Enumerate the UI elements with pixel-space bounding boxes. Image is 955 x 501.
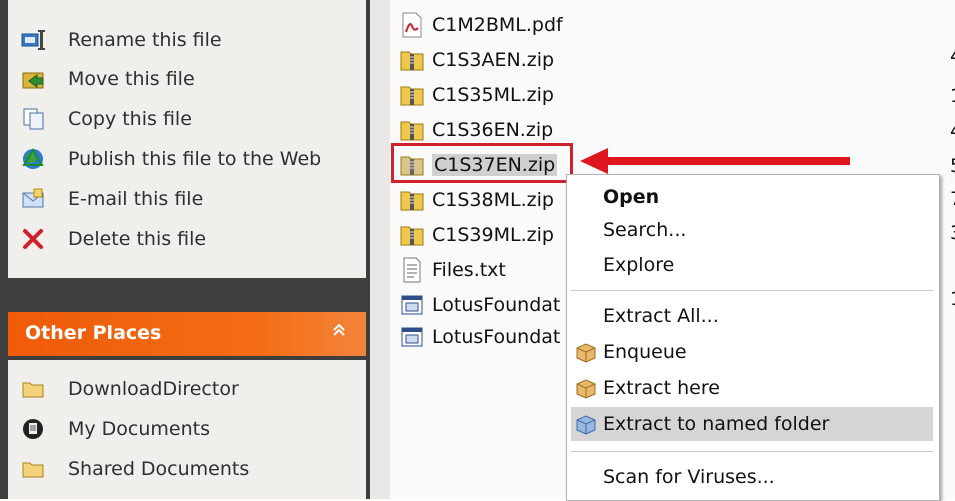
- email-file-link[interactable]: E-mail this file: [21, 184, 203, 214]
- context-menu: Open Search... Explore Extract All... En…: [566, 174, 940, 501]
- delete-icon: [21, 226, 47, 252]
- menu-item-label: Extract to named folder: [603, 413, 830, 435]
- my-documents-icon: [21, 416, 47, 442]
- file-item[interactable]: C1S38ML.zip: [400, 185, 554, 215]
- menu-separator: [571, 290, 933, 291]
- other-places-header[interactable]: Other Places: [8, 312, 366, 356]
- pdf-file-icon: [400, 12, 424, 38]
- file-size: 10: [950, 85, 955, 107]
- box-icon: [574, 376, 598, 400]
- application-icon: [400, 292, 424, 318]
- rename-file-label: Rename this file: [68, 29, 222, 51]
- file-name: C1S35ML.zip: [432, 84, 554, 106]
- globe-icon: [21, 146, 47, 172]
- menu-item-extract-all[interactable]: Extract All...: [571, 299, 933, 333]
- box-icon: [574, 412, 598, 436]
- delete-file-label: Delete this file: [68, 228, 207, 250]
- menu-item-label: Extract All...: [603, 305, 719, 327]
- move-file-link[interactable]: Move this file: [21, 64, 195, 94]
- publish-file-link[interactable]: Publish this file to the Web: [21, 144, 321, 174]
- zip-file-icon: [400, 82, 424, 108]
- red-arrow-annotation: [580, 148, 850, 174]
- collapse-chevron-icon[interactable]: [328, 321, 350, 343]
- text-file-icon: [400, 257, 424, 283]
- zip-file-icon: [400, 117, 424, 143]
- place-shared-documents-label: Shared Documents: [68, 458, 250, 480]
- folder-icon: [21, 376, 47, 402]
- file-name: C1S36EN.zip: [432, 119, 554, 141]
- file-size: 10: [950, 288, 955, 310]
- rename-icon: [21, 27, 47, 53]
- menu-item-search[interactable]: Search...: [571, 213, 933, 247]
- file-item[interactable]: C1S39ML.zip: [400, 220, 554, 250]
- file-item[interactable]: LotusFoundat: [400, 322, 560, 352]
- menu-item-scan-viruses[interactable]: Scan for Viruses...: [571, 460, 933, 494]
- email-file-label: E-mail this file: [68, 188, 204, 210]
- file-size: 4: [950, 45, 955, 67]
- file-tasks-panel: Rename this file Move this file Copy thi…: [8, 0, 366, 278]
- file-size: 35: [950, 222, 955, 244]
- menu-item-extract-here[interactable]: Extract here: [571, 371, 933, 405]
- menu-item-label: Scan for Viruses...: [603, 466, 775, 488]
- file-name: LotusFoundat: [432, 294, 561, 316]
- copy-file-label: Copy this file: [68, 108, 192, 130]
- zip-file-icon: [400, 222, 424, 248]
- other-places-title: Other Places: [25, 322, 162, 344]
- menu-item-open[interactable]: Open: [571, 180, 933, 214]
- box-icon: [574, 340, 598, 364]
- menu-item-explore[interactable]: Explore: [571, 248, 933, 282]
- file-item[interactable]: Files.txt: [400, 255, 506, 285]
- application-icon: [400, 324, 424, 350]
- file-size: 57: [950, 155, 955, 177]
- place-my-documents-label: My Documents: [68, 418, 211, 440]
- file-item[interactable]: C1M2BML.pdf: [400, 10, 563, 40]
- selection-highlight-box: [391, 143, 573, 183]
- file-name: Files.txt: [432, 259, 506, 281]
- copy-icon: [21, 106, 47, 132]
- file-size: 7: [950, 188, 955, 210]
- file-name: C1S39ML.zip: [432, 224, 554, 246]
- file-name: C1S3AEN.zip: [432, 49, 555, 71]
- menu-item-label: Explore: [603, 254, 675, 276]
- copy-file-link[interactable]: Copy this file: [21, 104, 192, 134]
- delete-file-link[interactable]: Delete this file: [21, 224, 206, 254]
- move-file-label: Move this file: [68, 68, 195, 90]
- menu-item-label: Search...: [603, 219, 687, 241]
- file-name: C1M2BML.pdf: [432, 14, 563, 36]
- move-icon: [21, 66, 47, 92]
- place-shared-documents[interactable]: Shared Documents: [21, 454, 249, 484]
- email-icon: [21, 186, 47, 212]
- task-pane: Rename this file Move this file Copy thi…: [0, 0, 370, 499]
- file-size: 43: [950, 120, 955, 142]
- file-item[interactable]: LotusFoundat: [400, 290, 560, 320]
- menu-separator: [571, 451, 933, 452]
- zip-file-icon: [400, 187, 424, 213]
- menu-item-extract-to-named-folder[interactable]: Extract to named folder: [571, 407, 933, 441]
- menu-item-label: Enqueue: [603, 341, 687, 363]
- file-item[interactable]: C1S36EN.zip: [400, 115, 553, 145]
- menu-item-enqueue[interactable]: Enqueue: [571, 335, 933, 369]
- other-places-panel: DownloadDirector My Documents Shared Doc…: [8, 360, 366, 499]
- place-my-documents[interactable]: My Documents: [21, 414, 210, 444]
- place-downloaddirector-label: DownloadDirector: [68, 378, 239, 400]
- rename-file-link[interactable]: Rename this file: [21, 25, 222, 55]
- folder-icon: [21, 456, 47, 482]
- place-downloaddirector[interactable]: DownloadDirector: [21, 374, 239, 404]
- file-item[interactable]: C1S35ML.zip: [400, 80, 554, 110]
- file-name: C1S38ML.zip: [432, 189, 554, 211]
- zip-file-icon: [400, 47, 424, 73]
- file-name: LotusFoundat: [432, 326, 561, 348]
- publish-file-label: Publish this file to the Web: [68, 148, 322, 170]
- menu-item-label: Open: [603, 186, 660, 208]
- menu-item-label: Extract here: [603, 377, 720, 399]
- pane-divider: [370, 0, 390, 499]
- file-item[interactable]: C1S3AEN.zip: [400, 45, 554, 75]
